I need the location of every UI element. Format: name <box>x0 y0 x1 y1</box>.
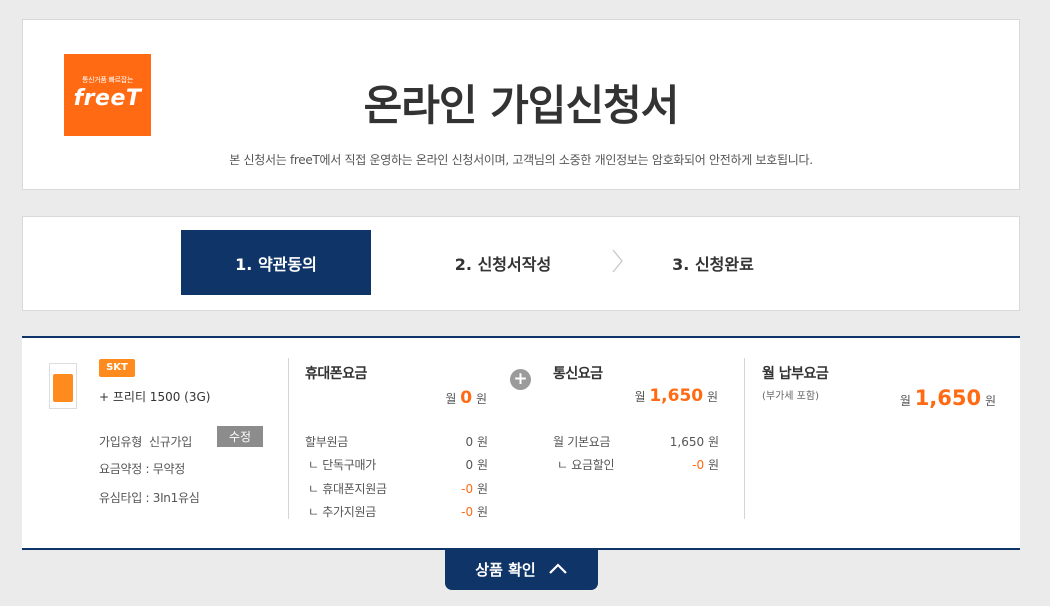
monthly-fee-title: 월 납부요금 <box>762 366 829 382</box>
usim-value: 3In1유심 <box>152 491 200 505</box>
plus-icon: + <box>510 369 531 390</box>
page-title: 온라인 가입신청서 <box>363 81 680 130</box>
phone-fee-row-label: 할부원금 <box>305 435 348 449</box>
product-confirm-button[interactable]: 상품 확인 <box>445 548 598 590</box>
phone-fee-row-label: ㄴ 단독구매가 <box>308 458 376 472</box>
divider <box>744 358 745 519</box>
contract-row: 요금약정 : 무약정 <box>99 460 185 477</box>
join-type-row: 가입유형 신규가입 <box>99 433 192 450</box>
telecom-fee-row-value: 1,650 원 <box>669 435 719 449</box>
telecom-fee-title: 통신요금 <box>553 366 603 382</box>
phone-fee-row-label: ㄴ 휴대폰지원금 <box>308 482 387 496</box>
chevron-up-icon <box>548 563 567 574</box>
step-indicator: 1. 약관동의 2. 신청서작성 3. 신청완료 <box>22 216 1020 311</box>
telecom-fee-row-label: 월 기본요금 <box>553 435 611 449</box>
edit-button[interactable]: 수정 <box>217 426 263 447</box>
phone-fee-row-value: -0 원 <box>461 482 488 496</box>
sim-card-icon <box>49 363 77 409</box>
usim-row: 유심타입 : 3In1유심 <box>99 489 200 506</box>
product-confirm-label: 상품 확인 <box>475 560 536 579</box>
header-card: 통신거품 빠르잡는 freeT 온라인 가입신청서 본 신청서는 freeT에서… <box>22 19 1020 190</box>
contract-label: 요금약정 : <box>99 462 150 476</box>
step-terms: 1. 약관동의 <box>181 230 371 295</box>
contract-value: 무약정 <box>152 462 186 476</box>
monthly-fee-amount: 월 1,650 원 <box>899 386 996 410</box>
step-complete: 3. 신청완료 <box>672 254 754 274</box>
phone-fee-amount: 월 0 원 <box>445 388 487 408</box>
phone-fee-row-label: ㄴ 추가지원금 <box>308 505 376 519</box>
phone-fee-row-value: 0 원 <box>465 458 488 472</box>
phone-fee-row-value: 0 원 <box>465 435 488 449</box>
step-application: 2. 신청서작성 <box>454 254 552 274</box>
plan-name: + 프리티 1500 (3G) <box>99 390 211 404</box>
carrier-badge: SKT <box>99 359 135 377</box>
telecom-fee-row-value: -0 원 <box>692 458 719 472</box>
usim-label: 유심타입 : <box>99 491 150 505</box>
join-type-label: 가입유형 <box>99 435 142 449</box>
phone-fee-title: 휴대폰요금 <box>305 366 367 382</box>
vat-note: (부가세 포함) <box>762 391 819 402</box>
page-subtitle: 본 신청서는 freeT에서 직접 운영하는 온라인 신청서이며, 고객님의 소… <box>229 153 813 167</box>
telecom-fee-amount: 월 1,650 원 <box>634 386 718 406</box>
telecom-fee-row-label: ㄴ 요금할인 <box>557 458 615 472</box>
join-type-value: 신규가입 <box>149 435 192 449</box>
phone-fee-row-value: -0 원 <box>461 505 488 519</box>
divider <box>288 358 289 519</box>
order-summary: SKT + 프리티 1500 (3G) 가입유형 신규가입 수정 요금약정 : … <box>22 336 1020 550</box>
